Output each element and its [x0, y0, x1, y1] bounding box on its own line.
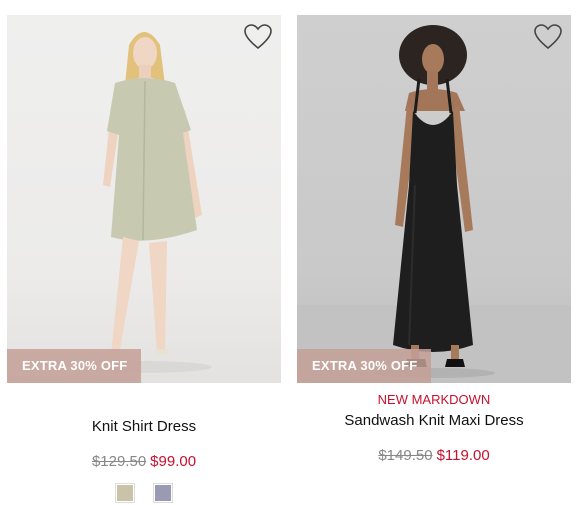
product-image[interactable]: EXTRA 30% OFF: [297, 15, 571, 383]
product-image[interactable]: EXTRA 30% OFF: [7, 15, 281, 383]
original-price: $129.50: [91, 453, 147, 470]
favorite-heart-icon[interactable]: [244, 24, 272, 50]
promo-badge: EXTRA 30% OFF: [297, 349, 432, 383]
promo-badge: EXTRA 30% OFF: [7, 349, 142, 383]
price-row: $149.50 $119.00: [297, 447, 571, 464]
original-price: $149.50: [378, 447, 433, 464]
model-illustration: [297, 25, 571, 383]
model-illustration: [72, 32, 212, 373]
swatch-sage[interactable]: [115, 483, 135, 503]
product-name[interactable]: Knit Shirt Dress: [7, 418, 281, 435]
color-swatches: [7, 483, 281, 503]
markdown-label: [7, 392, 281, 408]
product-card-knit-shirt-dress[interactable]: EXTRA 30% OFF Knit Shirt Dress $129.50 $9…: [7, 15, 281, 503]
sale-price: $119.00: [436, 447, 490, 464]
price-row: $129.50 $99.00: [7, 453, 281, 470]
markdown-label: NEW MARKDOWN: [377, 392, 491, 407]
swatch-lavender-grey[interactable]: [153, 483, 173, 503]
product-name[interactable]: Sandwash Knit Maxi Dress: [297, 412, 571, 429]
product-card-sandwash-knit-maxi-dress[interactable]: EXTRA 30% OFF NEW MARKDOWN Sandwash Knit…: [297, 15, 571, 464]
favorite-heart-icon[interactable]: [534, 24, 562, 50]
sale-price: $99.00: [150, 453, 197, 470]
